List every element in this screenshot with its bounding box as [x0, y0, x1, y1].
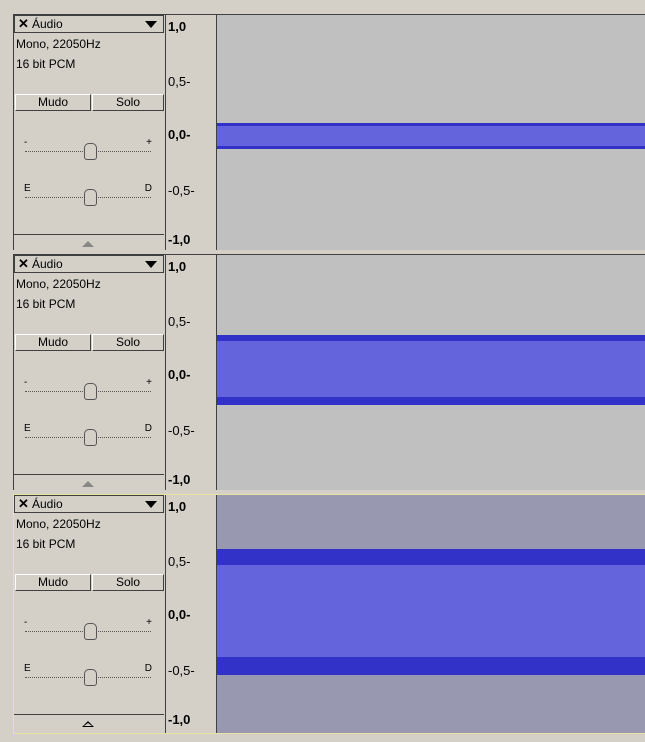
- waveform-area[interactable]: [217, 15, 645, 253]
- gain-slider[interactable]: - +: [20, 377, 156, 400]
- ruler-label: -0,5-: [168, 183, 195, 198]
- gain-plus-label: +: [146, 377, 152, 388]
- audio-track-1[interactable]: ✕ Áudio Mono, 22050Hz 16 bit PCM Mudo So…: [5, 10, 645, 258]
- track-control-panel: ✕ Áudio Mono, 22050Hz 16 bit PCM Mudo So…: [14, 495, 166, 733]
- collapse-arrow-icon: [82, 481, 94, 487]
- mute-button[interactable]: Mudo: [15, 334, 91, 351]
- track-format-info: 16 bit PCM: [16, 537, 76, 551]
- gain-minus-label: -: [24, 377, 28, 388]
- gain-slider-thumb[interactable]: [84, 383, 97, 400]
- ruler-label-zero: 0,0-: [168, 607, 191, 622]
- gain-slider[interactable]: - +: [20, 617, 156, 640]
- collapse-arrow-icon: [82, 721, 94, 727]
- pan-left-label: E: [24, 663, 31, 674]
- waveform-edge: [217, 549, 645, 565]
- pan-slider[interactable]: E D: [20, 663, 156, 686]
- audio-track-3[interactable]: ✕ Áudio Mono, 22050Hz 16 bit PCM Mudo So…: [5, 490, 645, 738]
- ruler-label: -0,5-: [168, 423, 195, 438]
- waveform-edge: [217, 146, 645, 149]
- ruler-label-bottom: -1,0: [168, 472, 191, 487]
- waveform-edge: [217, 657, 645, 675]
- gain-slider-thumb[interactable]: [84, 623, 97, 640]
- track-rate-info: Mono, 22050Hz: [16, 277, 101, 291]
- pan-right-label: D: [144, 183, 152, 194]
- pan-slider[interactable]: E D: [20, 183, 156, 206]
- vertical-ruler: 1,0 0,5- 0,0- -0,5- -1,0: [166, 15, 217, 253]
- track-name[interactable]: Áudio: [32, 257, 63, 272]
- ruler-label-zero: 0,0-: [168, 127, 191, 142]
- vertical-ruler: 1,0 0,5- 0,0- -0,5- -1,0: [166, 495, 217, 733]
- pan-slider-thumb[interactable]: [84, 669, 97, 686]
- pan-slider[interactable]: E D: [20, 423, 156, 446]
- ruler-label-top: 1,0: [168, 499, 187, 514]
- ruler-label-bottom: -1,0: [168, 712, 191, 727]
- ruler-label-top: 1,0: [168, 19, 187, 34]
- track-rate-info: Mono, 22050Hz: [16, 517, 101, 531]
- waveform: [217, 126, 645, 146]
- mute-button[interactable]: Mudo: [15, 94, 91, 111]
- ruler-label: 0,5-: [168, 314, 191, 329]
- track-rate-info: Mono, 22050Hz: [16, 37, 101, 51]
- ruler-label: -0,5-: [168, 663, 195, 678]
- close-icon[interactable]: ✕: [18, 256, 29, 272]
- track-control-panel: ✕ Áudio Mono, 22050Hz 16 bit PCM Mudo So…: [14, 255, 166, 493]
- gain-plus-label: +: [146, 617, 152, 628]
- collapse-button[interactable]: [14, 714, 164, 733]
- solo-button[interactable]: Solo: [92, 334, 164, 351]
- mute-button[interactable]: Mudo: [15, 574, 91, 591]
- track-name[interactable]: Áudio: [32, 17, 63, 32]
- vertical-ruler: 1,0 0,5- 0,0- -0,5- -1,0: [166, 255, 217, 493]
- track-title-bar[interactable]: ✕ Áudio: [14, 495, 164, 513]
- gain-plus-label: +: [146, 137, 152, 148]
- dropdown-arrow-icon[interactable]: [145, 261, 157, 268]
- track-name[interactable]: Áudio: [32, 497, 63, 512]
- gain-slider-thumb[interactable]: [84, 143, 97, 160]
- collapse-arrow-icon: [82, 241, 94, 247]
- pan-slider-thumb[interactable]: [84, 429, 97, 446]
- pan-right-label: D: [144, 423, 152, 434]
- track-title-bar[interactable]: ✕ Áudio: [14, 15, 164, 33]
- ruler-label-top: 1,0: [168, 259, 187, 274]
- gain-minus-label: -: [24, 617, 28, 628]
- ruler-label-zero: 0,0-: [168, 367, 191, 382]
- waveform-edge: [217, 397, 645, 405]
- waveform: [217, 565, 645, 657]
- track-format-info: 16 bit PCM: [16, 297, 76, 311]
- dropdown-arrow-icon[interactable]: [145, 501, 157, 508]
- waveform-area[interactable]: [217, 255, 645, 493]
- dropdown-arrow-icon[interactable]: [145, 21, 157, 28]
- close-icon[interactable]: ✕: [18, 16, 29, 32]
- waveform: [217, 341, 645, 397]
- track-format-info: 16 bit PCM: [16, 57, 76, 71]
- solo-button[interactable]: Solo: [92, 574, 164, 591]
- ruler-label-bottom: -1,0: [168, 232, 191, 247]
- pan-right-label: D: [144, 663, 152, 674]
- track-title-bar[interactable]: ✕ Áudio: [14, 255, 164, 273]
- pan-slider-thumb[interactable]: [84, 189, 97, 206]
- pan-left-label: E: [24, 183, 31, 194]
- audio-track-2[interactable]: ✕ Áudio Mono, 22050Hz 16 bit PCM Mudo So…: [5, 250, 645, 498]
- gain-slider[interactable]: - +: [20, 137, 156, 160]
- close-icon[interactable]: ✕: [18, 496, 29, 512]
- ruler-label: 0,5-: [168, 74, 191, 89]
- gain-minus-label: -: [24, 137, 28, 148]
- track-control-panel: ✕ Áudio Mono, 22050Hz 16 bit PCM Mudo So…: [14, 15, 166, 253]
- solo-button[interactable]: Solo: [92, 94, 164, 111]
- pan-left-label: E: [24, 423, 31, 434]
- waveform-area[interactable]: [217, 495, 645, 733]
- ruler-label: 0,5-: [168, 554, 191, 569]
